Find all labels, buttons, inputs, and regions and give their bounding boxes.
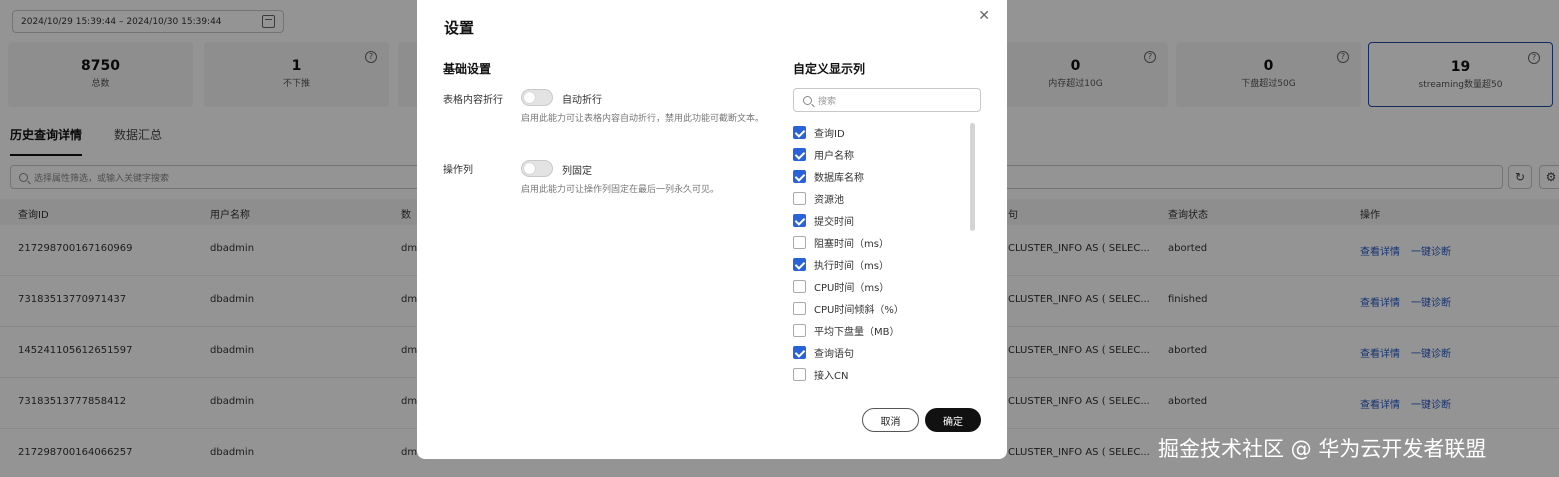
checkbox-unchecked[interactable] <box>793 301 806 315</box>
column-option[interactable]: 查询语句 <box>793 341 965 363</box>
checkbox-unchecked[interactable] <box>793 191 806 205</box>
column-option[interactable]: 用户名称 <box>793 143 965 165</box>
wrap-option-label: 表格内容折行 <box>443 95 503 106</box>
checkbox-checked[interactable] <box>793 125 806 139</box>
column-option-label: 查询语句 <box>814 348 854 360</box>
column-option[interactable]: 资源池 <box>793 187 965 209</box>
watermark: 掘金技术社区 @ 华为云开发者联盟 <box>1158 437 1487 461</box>
column-option[interactable]: 查询ID <box>793 121 965 143</box>
column-option-label: 数据库名称 <box>814 172 864 184</box>
column-option[interactable]: 平均下盘量（MB） <box>793 319 965 341</box>
column-option-label: 阻塞时间（ms） <box>814 238 889 250</box>
column-option-label: CPU时间（ms） <box>814 282 890 294</box>
settings-dialog: 设置 ✕ 基础设置 表格内容折行 自动折行 启用此能力可让表格内容自动折行，禁用… <box>417 0 1007 459</box>
column-list-scrollbar[interactable] <box>970 123 975 231</box>
column-search-placeholder: 搜索 <box>818 96 837 107</box>
column-option-label: 查询ID <box>814 128 845 140</box>
checkbox-unchecked[interactable] <box>793 235 806 249</box>
pin-option-label: 操作列 <box>443 165 473 176</box>
close-icon[interactable]: ✕ <box>978 8 990 24</box>
checkbox-checked[interactable] <box>793 147 806 161</box>
checkbox-unchecked[interactable] <box>793 279 806 293</box>
custom-columns-title: 自定义显示列 <box>793 62 866 76</box>
column-option[interactable]: 数据库名称 <box>793 165 965 187</box>
column-option-label: 接入CN <box>814 370 849 382</box>
checkbox-checked[interactable] <box>793 213 806 227</box>
column-option-label: 执行时间（ms） <box>814 260 889 272</box>
column-option[interactable]: 阻塞时间（ms） <box>793 231 965 253</box>
wrap-toggle-text: 自动折行 <box>562 95 602 106</box>
pin-description: 启用此能力可让操作列固定在最后一列永久可见。 <box>521 185 720 195</box>
pin-column-toggle[interactable] <box>521 160 553 177</box>
wrap-description: 启用此能力可让表格内容自动折行，禁用此功能可截断文本。 <box>521 114 765 124</box>
column-option-label: 资源池 <box>814 194 844 206</box>
column-option[interactable]: 执行时间（ms） <box>793 253 965 275</box>
column-option[interactable]: CPU时间（ms） <box>793 275 965 297</box>
checkbox-checked[interactable] <box>793 169 806 183</box>
pin-toggle-text: 列固定 <box>562 166 592 177</box>
basic-settings-title: 基础设置 <box>443 62 492 76</box>
column-checklist: 查询ID 用户名称数据库名称资源池提交时间阻塞时间（ms） 执行时间（ms） CPU时… <box>793 121 965 389</box>
column-option-label: 提交时间 <box>814 216 854 228</box>
checkbox-checked[interactable] <box>793 257 806 271</box>
wrap-toggle[interactable] <box>521 89 553 106</box>
column-option-label: CPU时间倾斜（%） <box>814 304 904 316</box>
column-option-label: 平均下盘量（MB） <box>814 326 900 338</box>
checkbox-unchecked[interactable] <box>793 323 806 337</box>
cancel-button[interactable]: 取消 <box>862 408 919 432</box>
column-option[interactable]: 提交时间 <box>793 209 965 231</box>
checkbox-unchecked[interactable] <box>793 367 806 381</box>
column-option[interactable]: 接入CN <box>793 363 965 385</box>
column-search-input[interactable]: 搜索 <box>793 88 981 112</box>
dialog-title: 设置 <box>444 19 475 37</box>
column-option-label: 用户名称 <box>814 150 854 162</box>
confirm-button[interactable]: 确定 <box>925 408 981 432</box>
checkbox-checked[interactable] <box>793 345 806 359</box>
column-option[interactable]: CPU时间倾斜（%） <box>793 297 965 319</box>
search-icon <box>803 95 812 105</box>
